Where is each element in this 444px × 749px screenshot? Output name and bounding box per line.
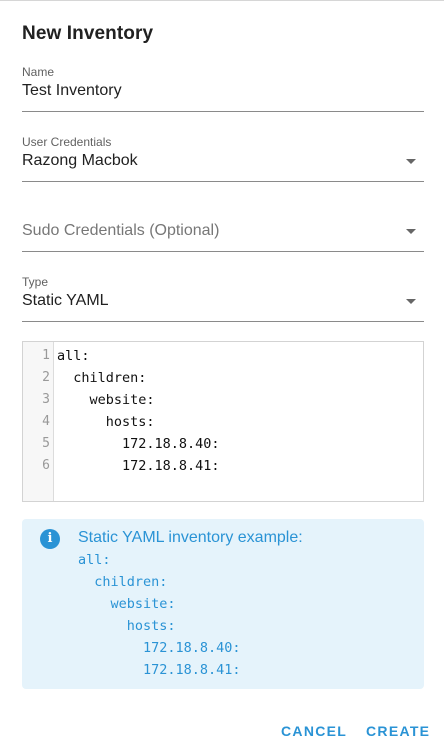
info-icon: i	[40, 529, 60, 549]
line-number: 5	[42, 436, 50, 451]
example-line: 172.18.8.40:	[78, 640, 241, 656]
sudo-credentials-select[interactable]: Sudo Credentials (Optional)	[22, 205, 424, 252]
name-label: Name	[22, 65, 55, 79]
code-line[interactable]: all:	[57, 348, 90, 364]
line-number-gutter: 1 2 3 4 5 6	[23, 342, 54, 501]
example-line: hosts:	[78, 618, 176, 634]
example-line: 172.18.8.41:	[78, 662, 241, 678]
create-button[interactable]: CREATE	[366, 723, 430, 739]
user-credentials-label: User Credentials	[22, 135, 112, 149]
chevron-down-icon[interactable]	[406, 229, 416, 234]
user-credentials-select[interactable]: User Credentials Razong Macbok	[22, 135, 424, 182]
inventory-code-editor[interactable]: 1 2 3 4 5 6 all: children: website: host…	[22, 341, 424, 502]
line-number: 2	[42, 370, 50, 385]
new-inventory-dialog: New Inventory Name Test Inventory User C…	[0, 0, 444, 749]
chevron-down-icon[interactable]	[406, 299, 416, 304]
info-alert: i Static YAML inventory example: all: ch…	[22, 519, 424, 689]
name-input[interactable]: Test Inventory	[22, 82, 122, 100]
info-alert-title: Static YAML inventory example:	[78, 529, 303, 546]
dialog-title: New Inventory	[22, 23, 154, 44]
code-line[interactable]: website:	[57, 392, 155, 408]
code-line[interactable]: 172.18.8.41:	[57, 458, 220, 474]
sudo-credentials-placeholder: Sudo Credentials (Optional)	[22, 222, 220, 239]
line-number: 6	[42, 458, 50, 473]
user-credentials-value: Razong Macbok	[22, 152, 138, 169]
example-line: website:	[78, 596, 176, 612]
code-line[interactable]: hosts:	[57, 414, 155, 430]
example-line: children:	[78, 574, 168, 590]
code-line[interactable]: 172.18.8.40:	[57, 436, 220, 452]
type-label: Type	[22, 275, 49, 289]
cancel-button[interactable]: CANCEL	[281, 723, 347, 739]
line-number: 1	[42, 348, 50, 363]
type-value: Static YAML	[22, 292, 109, 309]
line-number: 4	[42, 414, 50, 429]
code-line[interactable]: children:	[57, 370, 146, 386]
example-line: all:	[78, 552, 111, 568]
name-field[interactable]: Name Test Inventory	[22, 65, 424, 112]
chevron-down-icon[interactable]	[406, 159, 416, 164]
type-select[interactable]: Type Static YAML	[22, 275, 424, 322]
line-number: 3	[42, 392, 50, 407]
